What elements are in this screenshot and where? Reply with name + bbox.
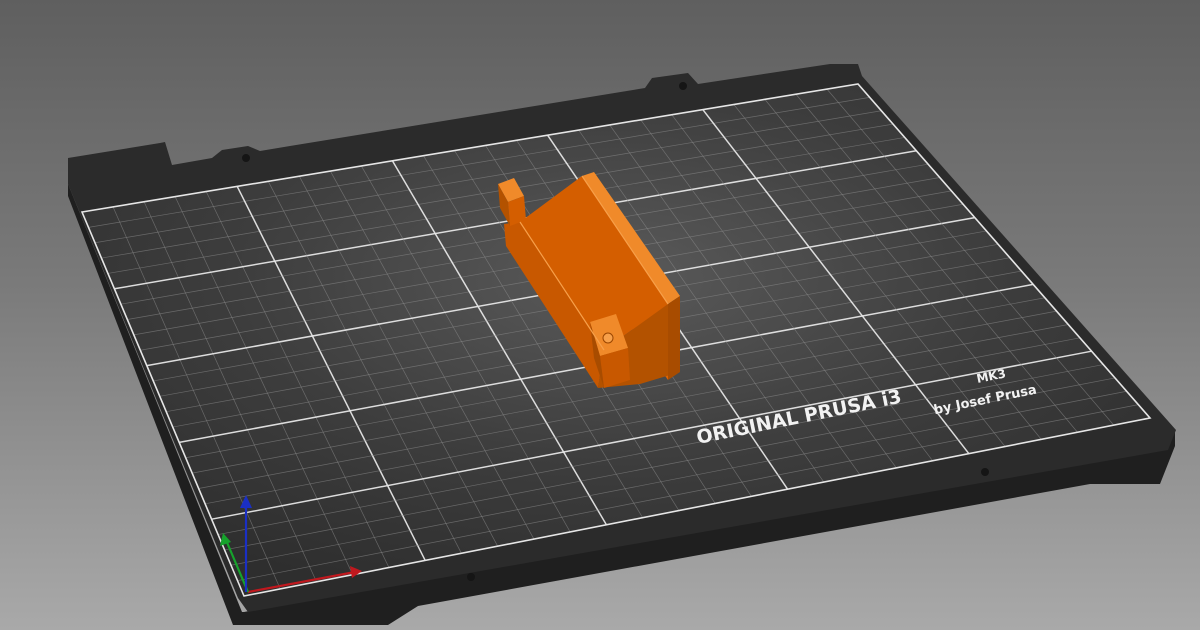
3d-viewport[interactable]: ORIGINAL PRUSA i3 MK3 by Josef Prusa <box>0 0 1200 630</box>
mount-hole <box>679 82 687 90</box>
mount-hole <box>467 573 475 581</box>
mount-hole <box>242 154 250 162</box>
mount-hole <box>981 468 989 476</box>
scene: ORIGINAL PRUSA i3 MK3 by Josef Prusa <box>68 64 1176 625</box>
